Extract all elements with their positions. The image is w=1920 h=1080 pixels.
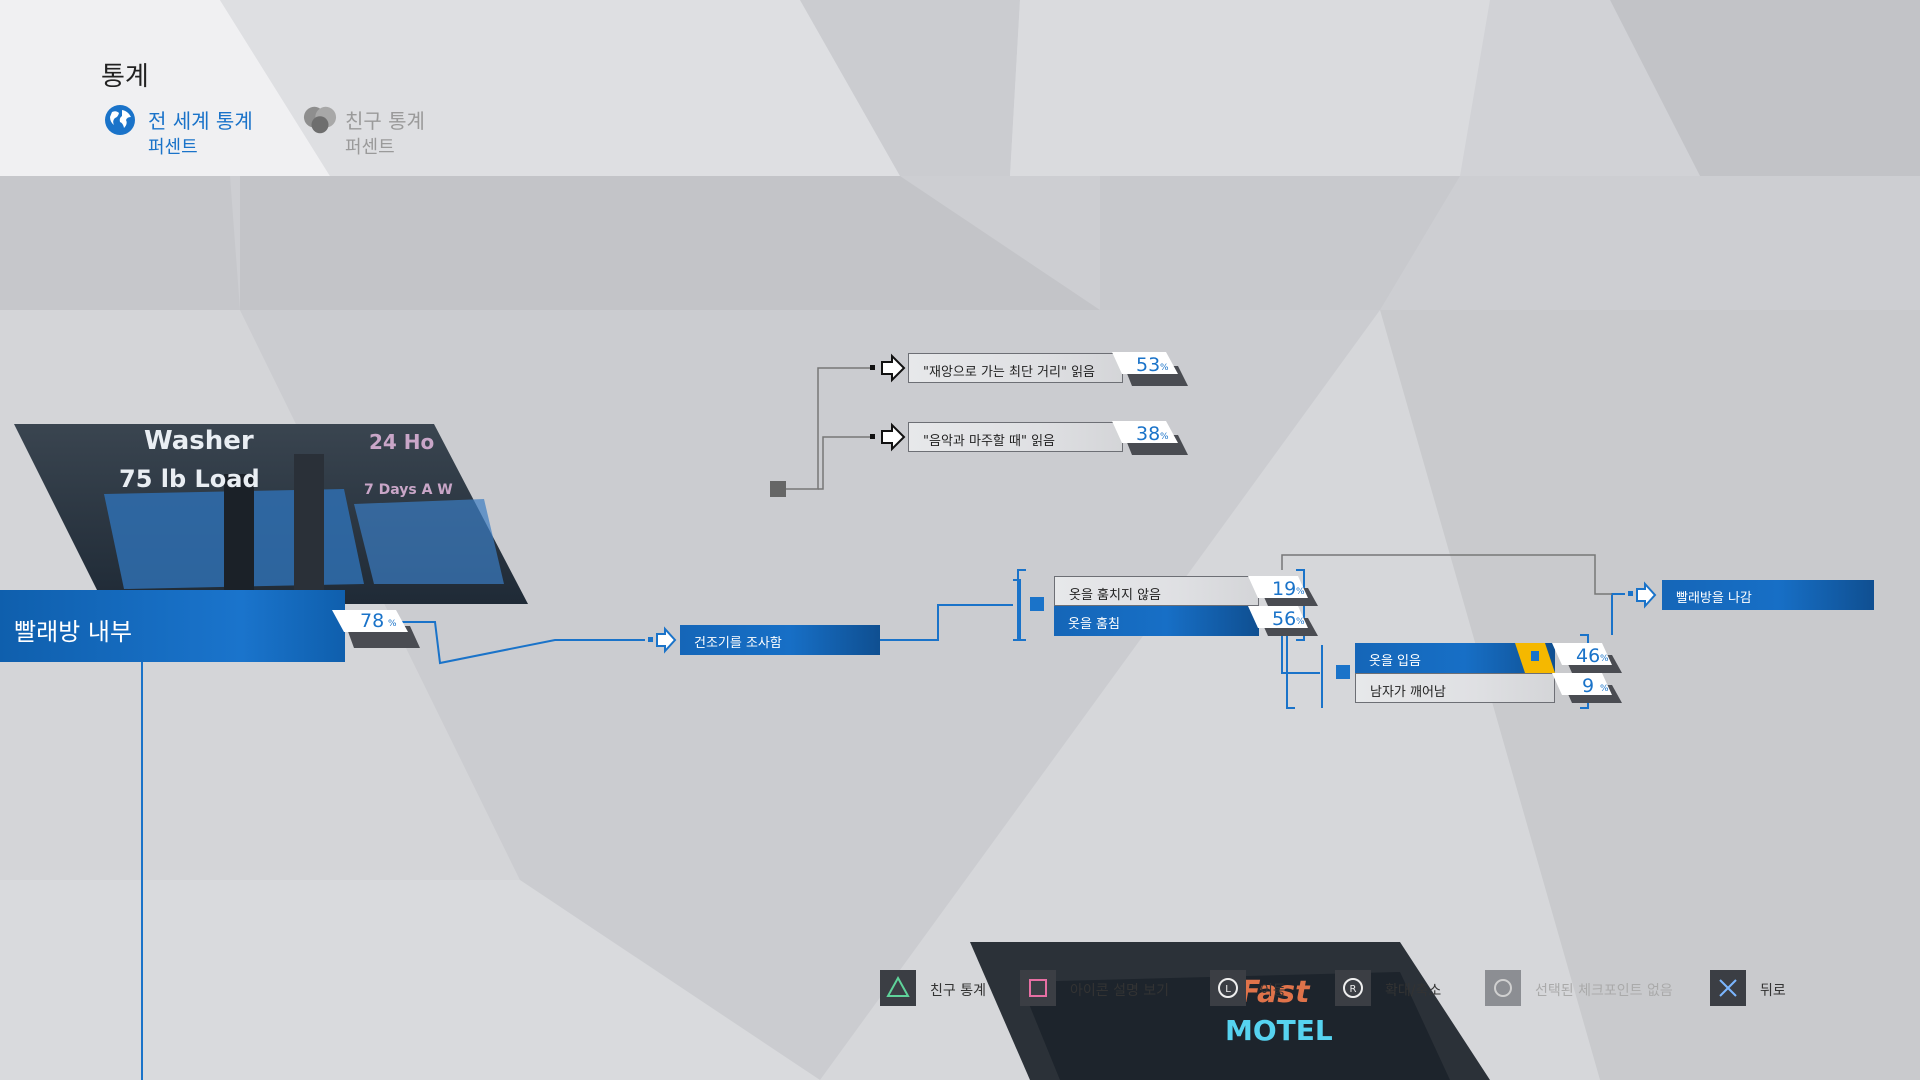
sign-load: 75 lb Load	[119, 465, 260, 493]
node-steal-clothes[interactable]: 옷을 훔침	[1054, 606, 1259, 636]
hint-label: 선택된 체크포인트 없음	[1535, 983, 1673, 999]
node-label: 빨래방을 나감	[1676, 591, 1752, 606]
r-stick-icon: R	[1335, 970, 1371, 1006]
percent-value: 38	[1136, 423, 1161, 445]
node-investigate-dryer[interactable]: 건조기를 조사함	[680, 625, 880, 655]
percent-value: 46	[1576, 645, 1601, 667]
node-read-disaster[interactable]: "재앙으로 가는 최단 거리" 읽음	[908, 353, 1123, 383]
chapter-node-laundromat[interactable]: 빨래방 내부	[0, 590, 345, 662]
globe-icon	[105, 105, 135, 135]
node-label: 옷을 입음	[1369, 654, 1421, 669]
laundromat-thumbnail: Washer 75 lb Load 24 Ho 7 Days A W	[14, 424, 528, 604]
tab-world-sub: 퍼센트	[148, 137, 198, 158]
percent-unit: %	[1296, 587, 1305, 597]
l-stick-icon: L	[1210, 970, 1246, 1006]
node-label: 옷을 훔침	[1068, 617, 1120, 632]
motel-sign-motel: MOTEL	[1225, 1014, 1333, 1047]
triangle-button-icon	[880, 970, 916, 1006]
sign-hours: 24 Ho	[369, 430, 434, 454]
percent-unit: %	[1296, 617, 1305, 627]
square-button-icon	[1020, 970, 1056, 1006]
node-man-wakes[interactable]: 남자가 깨어남	[1355, 673, 1555, 703]
tab-friend-sub: 퍼센트	[345, 137, 395, 158]
tab-friend-label: 친구 통계	[345, 109, 425, 133]
tab-world-label: 전 세계 통계	[148, 109, 253, 133]
node-not-steal-clothes[interactable]: 옷을 훔치지 않음	[1054, 576, 1259, 606]
header: 통계 전 세계 통계 퍼센트 친구 통계 퍼센트	[0, 0, 1920, 176]
percent-value: 56	[1272, 608, 1297, 630]
hint-label: 이동	[1260, 983, 1286, 999]
hint-label: 뒤로	[1760, 983, 1786, 999]
man-wakes-percent: 9 %	[1552, 673, 1622, 703]
page-title: 통계	[101, 62, 149, 92]
node-label: 남자가 깨어남	[1370, 685, 1446, 700]
chapter-percent: 78 %	[332, 610, 420, 648]
chapter-label: 빨래방 내부	[14, 618, 133, 646]
percent-unit: %	[1160, 363, 1169, 373]
percent-value: 19	[1272, 578, 1297, 600]
percent-unit: %	[388, 619, 397, 629]
hint-label: 아이콘 설명 보기	[1070, 983, 1170, 999]
chapter-percent-value: 78	[360, 610, 385, 632]
svg-text:R: R	[1350, 984, 1357, 995]
wear-percent: 46 %	[1552, 643, 1622, 673]
read-disaster-percent: 53 %	[1112, 352, 1188, 386]
node-read-music[interactable]: "음악과 마주할 때" 읽음	[908, 422, 1123, 452]
sign-days: 7 Days A W	[364, 482, 453, 498]
friends-icon	[303, 106, 337, 134]
node-leave-laundromat[interactable]: 빨래방을 나감	[1662, 580, 1874, 610]
percent-value: 9	[1582, 675, 1595, 697]
motel-thumbnail: Fast MOTEL	[970, 942, 1490, 1080]
steal-percent: 56 %	[1248, 606, 1318, 636]
hint-label: 친구 통계	[930, 983, 986, 999]
read-music-percent: 38 %	[1112, 421, 1188, 455]
percent-value: 53	[1136, 354, 1161, 376]
svg-text:L: L	[1225, 984, 1231, 995]
cross-button-icon	[1710, 970, 1746, 1006]
node-label: "음악과 마주할 때" 읽음	[923, 434, 1055, 449]
percent-unit: %	[1160, 432, 1169, 442]
node-wear-clothes[interactable]: 옷을 입음	[1355, 643, 1555, 673]
sign-washer: Washer	[144, 426, 254, 456]
circle-button-icon	[1485, 970, 1521, 1006]
percent-unit: %	[1600, 684, 1609, 694]
hint-label: 확대/축소	[1385, 983, 1442, 999]
node-label: "재앙으로 가는 최단 거리" 읽음	[923, 365, 1096, 380]
node-label: 옷을 훔치지 않음	[1069, 588, 1161, 603]
checkpoint-marker-icon	[1515, 643, 1555, 673]
node-label: 건조기를 조사함	[694, 636, 782, 651]
percent-unit: %	[1600, 654, 1609, 664]
not-steal-percent: 19 %	[1248, 576, 1318, 606]
